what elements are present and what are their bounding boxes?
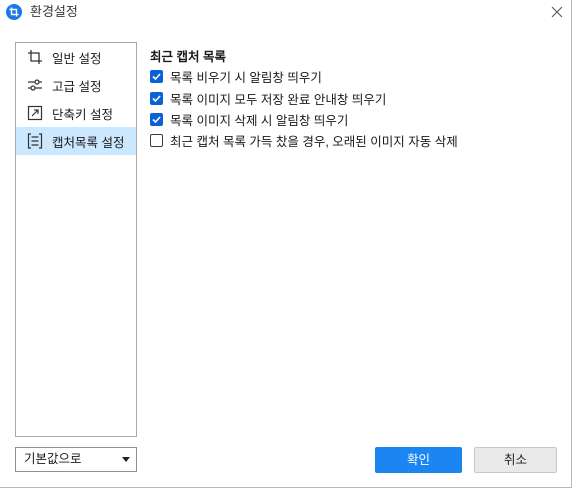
close-button[interactable] [549, 4, 565, 20]
sidebar-item-label: 캡처목록 설정 [52, 135, 125, 150]
option-row[interactable]: 목록 이미지 모두 저장 완료 안내창 띄우기 [150, 90, 387, 107]
close-icon [551, 6, 563, 18]
checkbox[interactable] [150, 112, 163, 126]
option-row[interactable]: 최근 캡처 목록 가득 찼을 경우, 오래된 이미지 자동 삭제 [150, 132, 458, 149]
crop-icon [27, 49, 43, 65]
list-icon [27, 133, 43, 149]
option-label: 최근 캡처 목록 가득 찼을 경우, 오래된 이미지 자동 삭제 [170, 134, 458, 149]
sliders-icon [27, 77, 43, 93]
sidebar-item-capture-list[interactable]: 캡처목록 설정 [16, 127, 136, 155]
check-icon [152, 94, 161, 102]
reset-defaults-dropdown[interactable]: 기본값으로 [15, 447, 137, 472]
checkbox[interactable] [150, 91, 163, 105]
cancel-button[interactable]: 취소 [474, 447, 557, 473]
window-title: 환경설정 [30, 4, 78, 19]
sidebar-item-shortcuts[interactable]: 단축키 설정 [16, 99, 136, 127]
option-row[interactable]: 목록 비우기 시 알림창 띄우기 [150, 68, 322, 85]
sidebar-item-advanced[interactable]: 고급 설정 [16, 71, 136, 99]
ok-button[interactable]: 확인 [375, 447, 462, 473]
sidebar-item-label: 일반 설정 [52, 51, 102, 66]
sidebar-item-label: 단축키 설정 [52, 107, 113, 122]
dropdown-selected-value: 기본값으로 [24, 452, 82, 466]
crop-app-icon [6, 4, 22, 20]
check-icon [152, 115, 161, 123]
option-label: 목록 비우기 시 알림창 띄우기 [170, 70, 322, 85]
settings-category-list: 일반 설정 고급 설정 단축키 설정 캡처목록 설정 [15, 42, 137, 437]
option-label: 목록 이미지 삭제 시 알림창 띄우기 [170, 113, 349, 128]
shortcut-icon [27, 105, 43, 121]
check-icon [152, 72, 161, 80]
sidebar-item-general[interactable]: 일반 설정 [16, 43, 136, 71]
option-label: 목록 이미지 모두 저장 완료 안내창 띄우기 [170, 92, 387, 107]
checkbox[interactable] [150, 133, 163, 147]
checkbox[interactable] [150, 69, 163, 83]
settings-dialog: 환경설정 일반 설정 고급 설정 단축키 설정 캡처목록 설정 최근 캡처 목록… [0, 0, 572, 488]
option-row[interactable]: 목록 이미지 삭제 시 알림창 띄우기 [150, 111, 349, 128]
caret-down-icon [122, 457, 130, 462]
sidebar-item-label: 고급 설정 [52, 79, 102, 94]
section-title: 최근 캡처 목록 [150, 50, 226, 64]
